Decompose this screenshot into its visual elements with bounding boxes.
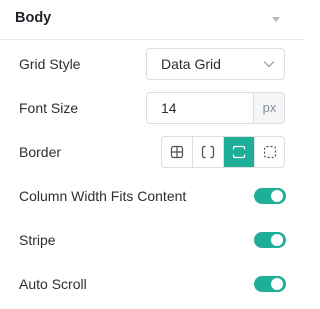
chevron-down-icon: [263, 61, 275, 68]
font-size-value[interactable]: 14: [161, 100, 177, 116]
column-width-fits-content-label: Column Width Fits Content: [19, 188, 187, 204]
toggle-knob: [271, 234, 283, 246]
panel-header[interactable]: Body: [0, 0, 305, 40]
font-size-unit: px: [253, 93, 284, 123]
border-horizontal-icon: [232, 145, 246, 159]
grid-style-select[interactable]: Data Grid: [146, 48, 285, 80]
auto-scroll-row: Auto Scroll: [0, 268, 305, 300]
auto-scroll-toggle[interactable]: [254, 276, 286, 292]
grid-style-value: Data Grid: [161, 56, 221, 72]
font-size-row: Font Size 14 px: [0, 92, 305, 124]
border-vertical-icon: [201, 145, 215, 159]
column-width-fits-content-toggle[interactable]: [254, 188, 286, 204]
border-row: Border: [0, 136, 305, 168]
stripe-row: Stripe: [0, 224, 305, 256]
border-style-group: [161, 136, 285, 168]
grid-style-label: Grid Style: [19, 56, 81, 72]
border-label: Border: [19, 144, 62, 160]
toggle-knob: [271, 278, 283, 290]
column-width-fits-content-row: Column Width Fits Content: [0, 180, 305, 212]
stripe-label: Stripe: [19, 232, 56, 248]
border-vertical-option[interactable]: [193, 137, 224, 167]
body-settings-panel: Body Grid Style Data Grid Font Size 14 p…: [0, 0, 305, 309]
toggle-knob: [271, 190, 283, 202]
font-size-label: Font Size: [19, 100, 79, 116]
caret-down-icon[interactable]: [272, 17, 280, 22]
panel-title: Body: [15, 10, 52, 26]
border-horizontal-option[interactable]: [224, 137, 255, 167]
border-all-icon: [170, 145, 184, 159]
stripe-toggle[interactable]: [254, 232, 286, 248]
auto-scroll-label: Auto Scroll: [19, 276, 87, 292]
grid-style-row: Grid Style Data Grid: [0, 48, 305, 80]
border-all-option[interactable]: [162, 137, 193, 167]
border-none-icon: [263, 145, 277, 159]
border-none-option[interactable]: [255, 137, 284, 167]
font-size-input[interactable]: 14 px: [146, 92, 285, 124]
